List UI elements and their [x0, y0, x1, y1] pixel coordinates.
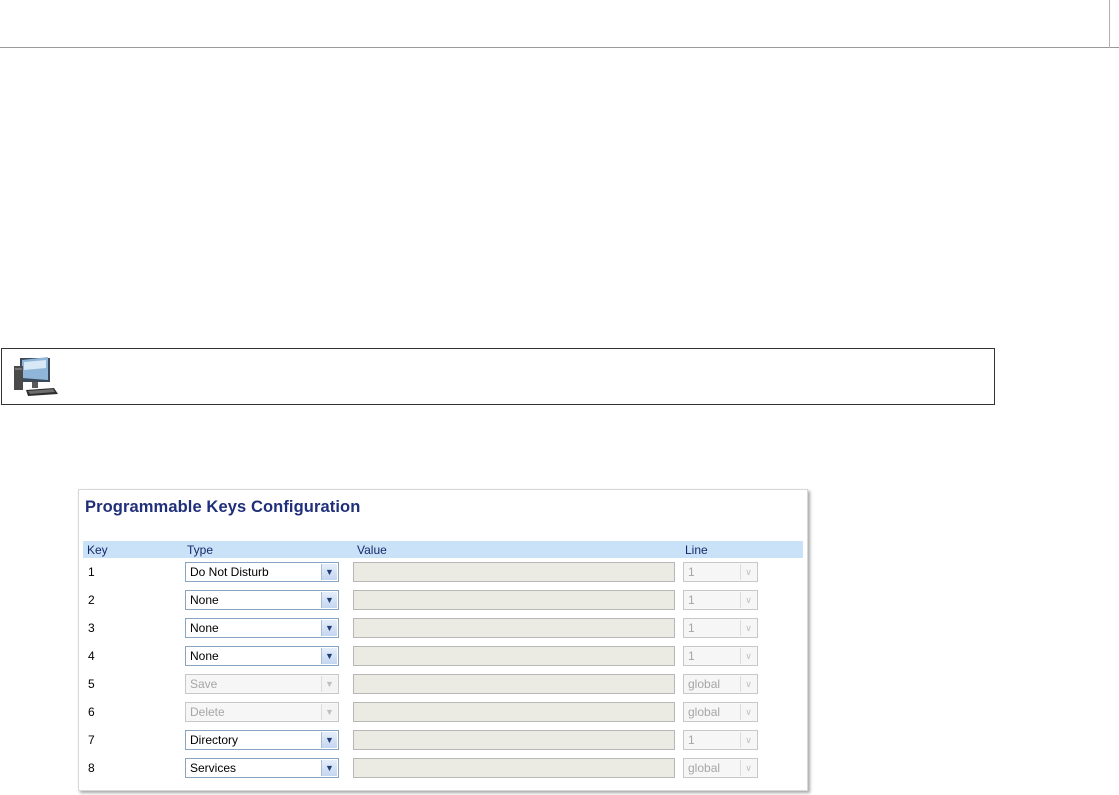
key-number: 2	[88, 593, 95, 607]
table-row: 3 None ▼ 1 ∨	[83, 614, 803, 642]
type-select-value: Directory	[190, 733, 239, 747]
type-select-value: None	[190, 593, 219, 607]
value-input	[353, 590, 675, 610]
line-select: 1 ∨	[683, 618, 758, 638]
line-select: 1 ∨	[683, 590, 758, 610]
line-select: global ∨	[683, 702, 758, 722]
value-input	[353, 702, 675, 722]
keys-table-body: 1 Do Not Disturb ▼ 1 ∨ 2 None ▼ 1 ∨ 3 None ▼ 1 ∨ 4 None ▼…	[83, 558, 803, 782]
chevron-down-icon: ▼	[321, 704, 337, 720]
value-input	[353, 646, 675, 666]
chevron-down-icon: ∨	[740, 760, 756, 776]
table-row: 7 Directory ▼ 1 ∨	[83, 726, 803, 754]
type-select[interactable]: None ▼	[185, 590, 339, 610]
type-select-value: Do Not Disturb	[190, 565, 269, 579]
column-header-type: Type	[183, 541, 353, 558]
computer-icon	[14, 357, 58, 396]
type-select-value: None	[190, 649, 219, 663]
line-select: 1 ∨	[683, 562, 758, 582]
table-row: 8 Services ▼ global ∨	[83, 754, 803, 782]
column-header-key: Key	[83, 541, 183, 558]
type-select: Save ▼	[185, 674, 339, 694]
value-input	[353, 730, 675, 750]
chevron-down-icon: ▼	[321, 676, 337, 692]
keys-table: Key Type Value Line 1 Do Not Disturb ▼ 1 ∨ 2 N…	[83, 541, 803, 782]
line-select: global ∨	[683, 674, 758, 694]
chevron-down-icon: ∨	[740, 564, 756, 580]
type-select[interactable]: None ▼	[185, 646, 339, 666]
type-select: Delete ▼	[185, 702, 339, 722]
value-input	[353, 562, 675, 582]
table-row: 2 None ▼ 1 ∨	[83, 586, 803, 614]
chevron-down-icon[interactable]: ▼	[321, 592, 337, 608]
chevron-down-icon[interactable]: ▼	[321, 760, 337, 776]
chevron-down-icon[interactable]: ▼	[321, 648, 337, 664]
key-number: 6	[88, 705, 95, 719]
line-select-value: global	[688, 705, 721, 719]
chevron-down-icon: ∨	[740, 620, 756, 636]
value-input	[353, 618, 675, 638]
line-select-value: 1	[688, 565, 695, 579]
key-number: 5	[88, 677, 95, 691]
line-select-value: 1	[688, 593, 695, 607]
type-select[interactable]: None ▼	[185, 618, 339, 638]
type-select[interactable]: Services ▼	[185, 758, 339, 778]
type-select-value: Delete	[190, 705, 225, 719]
chevron-down-icon[interactable]: ▼	[321, 620, 337, 636]
header-divider	[0, 47, 1119, 48]
line-select: 1 ∨	[683, 646, 758, 666]
table-row: 1 Do Not Disturb ▼ 1 ∨	[83, 558, 803, 586]
chevron-down-icon: ∨	[740, 732, 756, 748]
chevron-down-icon: ∨	[740, 592, 756, 608]
key-number: 7	[88, 733, 95, 747]
line-select-value: 1	[688, 649, 695, 663]
line-select-value: global	[688, 761, 721, 775]
type-select-value: None	[190, 621, 219, 635]
table-row: 5 Save ▼ global ∨	[83, 670, 803, 698]
header-edge-line	[1109, 0, 1110, 48]
table-row: 6 Delete ▼ global ∨	[83, 698, 803, 726]
key-number: 8	[88, 761, 95, 775]
chevron-down-icon: ∨	[740, 704, 756, 720]
key-number: 3	[88, 621, 95, 635]
note-box	[1, 348, 995, 405]
line-select-value: 1	[688, 733, 695, 747]
type-select-value: Save	[190, 677, 218, 691]
key-number: 1	[88, 565, 95, 579]
chevron-down-icon: ∨	[740, 648, 756, 664]
value-input	[353, 674, 675, 694]
value-input	[353, 758, 675, 778]
line-select-value: 1	[688, 621, 695, 635]
key-number: 4	[88, 649, 95, 663]
column-header-value: Value	[353, 541, 681, 558]
programmable-keys-panel: Programmable Keys Configuration Key Type…	[78, 489, 808, 791]
line-select-value: global	[688, 677, 721, 691]
panel-title: Programmable Keys Configuration	[85, 498, 361, 516]
table-header-row: Key Type Value Line	[83, 541, 803, 558]
chevron-down-icon: ∨	[740, 676, 756, 692]
chevron-down-icon[interactable]: ▼	[321, 564, 337, 580]
type-select[interactable]: Directory ▼	[185, 730, 339, 750]
line-select: 1 ∨	[683, 730, 758, 750]
chevron-down-icon[interactable]: ▼	[321, 732, 337, 748]
document-page: Programmable Keys Configuration Key Type…	[0, 0, 1119, 795]
type-select[interactable]: Do Not Disturb ▼	[185, 562, 339, 582]
line-select: global ∨	[683, 758, 758, 778]
column-header-line: Line	[681, 541, 803, 558]
table-row: 4 None ▼ 1 ∨	[83, 642, 803, 670]
type-select-value: Services	[190, 761, 237, 775]
